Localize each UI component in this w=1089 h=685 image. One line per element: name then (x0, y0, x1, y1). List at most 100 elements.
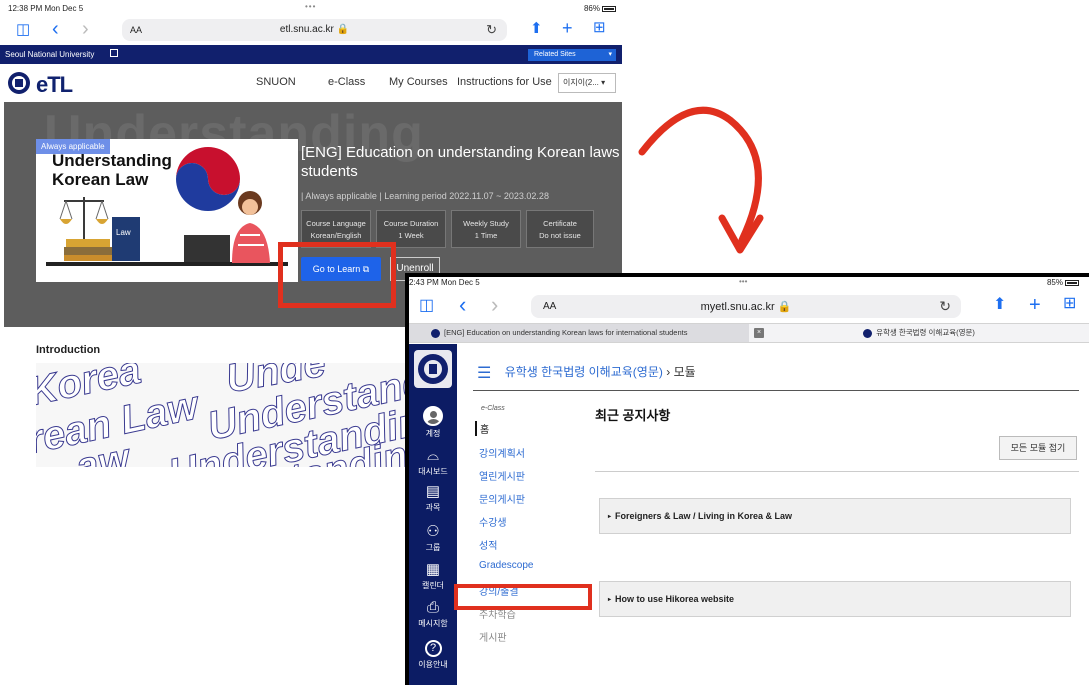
myetl-modules-screenshot: 2:43 PM Mon Dec 5 ••• 85% ◫ ‹ › AA myetl… (405, 273, 1089, 685)
snu-logo-icon[interactable] (414, 350, 452, 388)
nav-link-snuon[interactable]: SNUON (256, 76, 296, 88)
highlight-box-go-to-learn (278, 242, 396, 308)
new-tab-icon[interactable]: + (562, 19, 573, 37)
tab-etl-course[interactable]: [ENG] Education on understanding Korean … (409, 324, 749, 342)
nav-dashboard[interactable]: ⌓ 대시보드 (409, 448, 457, 477)
course-nav-home[interactable]: 홈 (475, 421, 489, 436)
url-text: etl.snu.ac.kr 🔒 (279, 24, 350, 35)
nav-groups[interactable]: ⚇ 그룹 (409, 524, 457, 553)
browser-tab-bar: [ENG] Education on understanding Korean … (409, 323, 1089, 343)
book-law-label: Law (116, 228, 131, 237)
snu-favicon-icon (431, 328, 440, 338)
breadcrumb-divider (473, 390, 1079, 391)
korean-law-illustration: Law (46, 147, 288, 266)
new-tab-icon[interactable]: + (1029, 295, 1041, 315)
snu-favicon-icon (863, 328, 873, 338)
share-icon[interactable]: ⬆ (993, 297, 1006, 313)
account-icon (423, 406, 443, 426)
back-icon[interactable]: ‹ (459, 294, 466, 316)
nav-label: 계정 (425, 429, 441, 438)
address-bar[interactable]: AA myetl.snu.ac.kr 🔒 ↻ (531, 295, 961, 318)
forward-icon[interactable]: › (82, 19, 89, 39)
menu-icon[interactable]: ☰ (477, 365, 491, 382)
battery-indicator: 86% (584, 4, 616, 13)
info-value: Korean/English (310, 231, 362, 240)
module-header[interactable]: ▸ How to use Hikorea website (599, 581, 1071, 617)
related-sites-select[interactable]: Related Sites ▾ (528, 49, 616, 61)
nav-calendar[interactable]: ▦ 캘린더 (409, 562, 457, 591)
nav-inbox[interactable]: ⎙ 메시지함 (409, 600, 457, 629)
nav-link-eclass[interactable]: e-Class (328, 76, 365, 88)
composite-canvas: 12:38 PM Mon Dec 5 ••• 86% ◫ ‹ › AA etl.… (0, 0, 1089, 685)
course-nav-syllabus[interactable]: 강의계획서 (479, 445, 525, 460)
info-certificate: Certificate Do not issue (526, 210, 594, 248)
sidebar-toggle-icon[interactable]: ◫ (419, 298, 434, 314)
nav-label: 그룹 (425, 543, 441, 552)
sidebar-toggle-icon[interactable]: ◫ (16, 22, 30, 37)
expand-caret-icon: ▸ (608, 596, 612, 603)
nav-label: 이용안내 (418, 660, 448, 669)
tab-myetl-course[interactable]: 유학생 한국법령 이해교육(영문) (749, 324, 1089, 342)
status-dots: ••• (305, 2, 317, 11)
address-bar[interactable]: AA etl.snu.ac.kr 🔒 ↻ (122, 19, 507, 41)
snu-emblem-icon (418, 354, 448, 384)
window-icon (110, 49, 118, 57)
highlight-box-lecture-attendance (454, 584, 592, 610)
nav-courses[interactable]: ▤ 과목 (409, 484, 457, 513)
breadcrumb-current: 모듈 (673, 365, 696, 380)
info-label: Course Duration (383, 219, 439, 228)
nav-account[interactable]: 계정 (409, 406, 457, 439)
tab-title: [ENG] Education on understanding Korean … (444, 328, 688, 337)
tab-title: 유학생 한국법령 이해교육(영문) (876, 328, 975, 337)
nav-link-instructions[interactable]: Instructions for Use (457, 76, 552, 88)
nav-label: 과목 (425, 503, 441, 512)
course-nav-label: e-Class (481, 405, 505, 412)
breadcrumb-course[interactable]: 유학생 한국법령 이해교육(영문) (505, 365, 663, 379)
nav-link-my-courses[interactable]: My Courses (389, 76, 448, 88)
course-nav-students[interactable]: 수강생 (479, 514, 507, 529)
info-value: Do not issue (539, 231, 581, 240)
university-bar: Seoul National University Related Sites … (0, 45, 622, 64)
reload-icon[interactable]: ↻ (486, 22, 497, 38)
content-divider (595, 471, 1079, 472)
url-text: myetl.snu.ac.kr 🔒 (700, 301, 792, 313)
groups-icon: ⚇ (426, 523, 440, 540)
course-thumbnail: Understanding Korean Law Always applicabl… (36, 139, 298, 282)
help-icon: ? (424, 640, 442, 657)
tabs-overview-icon[interactable]: ⊞ (593, 20, 606, 35)
courses-icon: ▤ (425, 483, 441, 500)
introduction-heading: Introduction (36, 344, 101, 356)
tabs-overview-icon[interactable]: ⊞ (1063, 296, 1076, 312)
dashboard-icon: ⌓ (427, 447, 439, 464)
course-nav-qna-board[interactable]: 문의게시판 (479, 491, 525, 506)
close-tab-icon[interactable]: × (754, 328, 764, 338)
breadcrumb: ☰ 유학생 한국법령 이해교육(영문) › 모듈 (477, 363, 696, 383)
info-weekly-study: Weekly Study 1 Time (451, 210, 521, 248)
info-label: Course Language (306, 219, 366, 228)
status-time: 12:38 PM Mon Dec 5 (8, 4, 84, 13)
battery-percent: 85% (1046, 278, 1063, 287)
info-label: Certificate (543, 219, 577, 228)
etl-logo-text[interactable]: eTL (36, 72, 73, 98)
course-title-line1: [ENG] Education on understanding Korean … (301, 144, 622, 161)
user-menu-select[interactable]: 이지이(2... ▾ (558, 73, 616, 93)
forward-icon[interactable]: › (491, 294, 498, 316)
reload-icon[interactable]: ↻ (939, 298, 951, 315)
course-nav-open-board[interactable]: 열린게시판 (479, 468, 525, 483)
course-nav-gradescope[interactable]: Gradescope (479, 560, 533, 571)
status-time: 2:43 PM Mon Dec 5 (409, 278, 480, 287)
breadcrumb-separator: › (666, 365, 671, 380)
snu-emblem-icon[interactable] (6, 71, 32, 95)
module-title: Foreigners & Law / Living in Korea & Law (615, 511, 793, 521)
course-nav-board[interactable]: 게시판 (479, 629, 507, 644)
nav-help[interactable]: ? 이용안내 (409, 640, 457, 670)
course-nav-grades[interactable]: 성적 (479, 537, 497, 552)
module-header[interactable]: ▸ Foreigners & Law / Living in Korea & La… (599, 498, 1071, 534)
status-bar: 2:43 PM Mon Dec 5 ••• 85% (409, 277, 1089, 289)
collapse-all-modules-button[interactable]: 모든 모듈 접기 (999, 436, 1077, 460)
battery-icon (1065, 279, 1079, 286)
share-icon[interactable]: ⬆ (530, 21, 543, 36)
back-icon[interactable]: ‹ (52, 19, 59, 39)
safari-toolbar: ◫ ‹ › AA etl.snu.ac.kr 🔒 ↻ ⬆ + ⊞ (0, 16, 622, 44)
university-name[interactable]: Seoul National University (5, 50, 94, 59)
